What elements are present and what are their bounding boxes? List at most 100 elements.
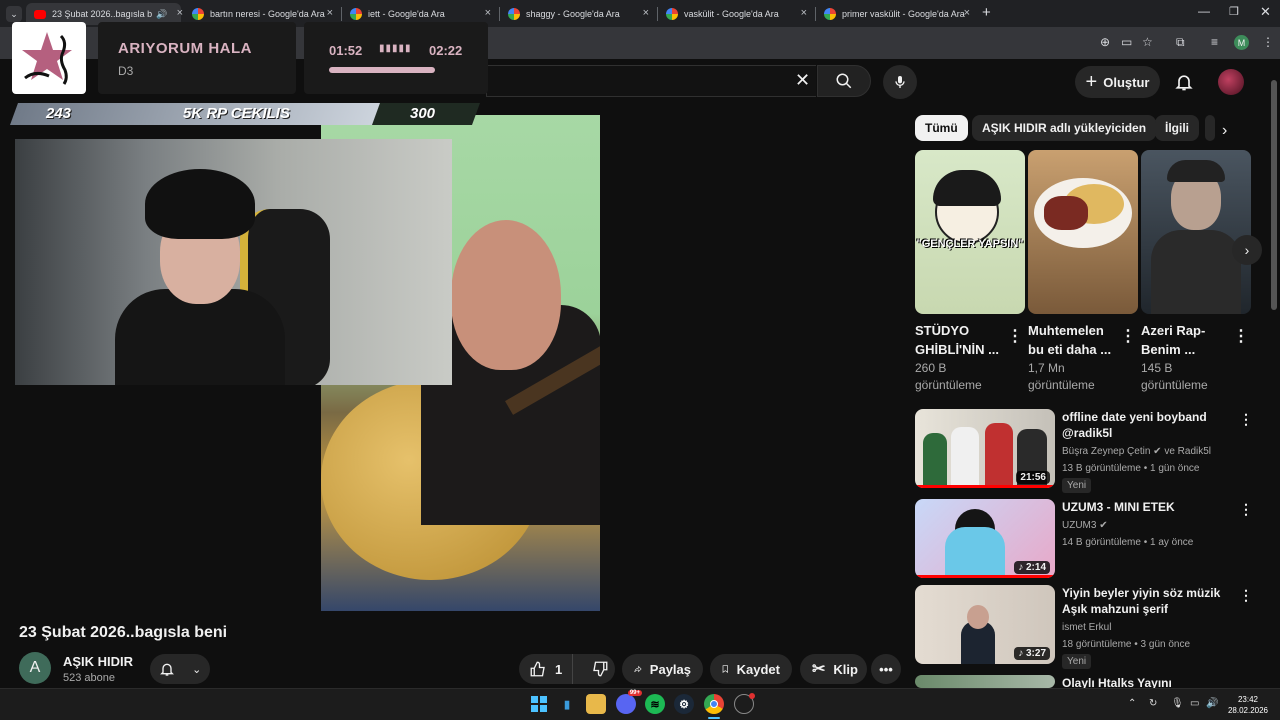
- short-title[interactable]: STÜDYO GHİBLİ'NİN ...: [915, 321, 1005, 359]
- app-icon[interactable]: ▮: [557, 694, 577, 714]
- subscriber-count: 523 abone: [63, 672, 115, 684]
- profile-avatar[interactable]: M: [1234, 35, 1249, 50]
- short-item[interactable]: Azeri Rap- Benim ... ⋮ 145 B görüntüleme: [1141, 150, 1251, 392]
- chevron-right-icon[interactable]: ›: [1222, 122, 1227, 140]
- video-title[interactable]: Yiyin beyler yiyin söz müzik Aşık mahzun…: [1062, 585, 1230, 617]
- clip-button[interactable]: ✂ Klip: [800, 654, 867, 684]
- account-avatar[interactable]: [1218, 69, 1244, 95]
- recommended-video[interactable]: ♪ 3:27 Yiyin beyler yiyin söz müzik Aşık…: [915, 585, 1265, 669]
- short-thumbnail[interactable]: "GENÇLER YAPSIN": [915, 150, 1025, 314]
- reading-list-icon[interactable]: ≡: [1211, 35, 1218, 49]
- chrome-menu-icon[interactable]: ⋮: [1262, 35, 1274, 49]
- anime-hair: [933, 170, 1001, 206]
- more-vertical-icon[interactable]: ⋮: [1233, 326, 1249, 346]
- tab-close-icon[interactable]: ×: [327, 7, 333, 19]
- notifications-button[interactable]: [1170, 68, 1198, 96]
- tray-app-icon[interactable]: ↻: [1149, 698, 1157, 709]
- scrollbar-thumb[interactable]: [1271, 80, 1277, 310]
- windows-start-icon[interactable]: [529, 694, 549, 714]
- bookmark-star-icon[interactable]: ☆: [1142, 35, 1153, 49]
- bell-icon: [1175, 75, 1193, 91]
- search-input[interactable]: [486, 65, 816, 97]
- save-button[interactable]: Kaydet: [710, 654, 792, 684]
- discord-icon[interactable]: 99+: [616, 690, 642, 714]
- bell-icon: [159, 663, 174, 676]
- channel-name[interactable]: AŞIK HIDIR: [63, 654, 133, 669]
- tab-google-shaggy[interactable]: shaggy - Google'da Ara ×: [500, 3, 655, 25]
- short-item[interactable]: Muhtemelen bu eti daha ... ⋮ 1,7 Mn görü…: [1028, 150, 1138, 392]
- recommended-video[interactable]: 21:56 offline date yeni boyband @radik5l…: [915, 409, 1265, 493]
- tab-close-icon[interactable]: ×: [964, 7, 970, 19]
- extensions-icon[interactable]: ⧉: [1176, 35, 1185, 50]
- tab-close-icon[interactable]: ×: [643, 7, 649, 19]
- taskbar-clock[interactable]: 23:42 28.02.2026: [1222, 694, 1274, 716]
- video-title[interactable]: UZUM3 - MINI ETEK: [1062, 499, 1230, 515]
- short-title[interactable]: Azeri Rap- Benim ...: [1141, 321, 1231, 359]
- share-label: Paylaş: [649, 661, 691, 677]
- subscription-bell-button[interactable]: ⌄: [150, 654, 210, 684]
- more-vertical-icon[interactable]: ⋮: [1239, 587, 1253, 604]
- short-thumbnail[interactable]: [1028, 150, 1138, 314]
- tab-google-primer-vaskulit[interactable]: primer vaskülit - Google'da Ara ×: [816, 3, 976, 25]
- chip-partial[interactable]: [1205, 115, 1215, 141]
- tab-search-button[interactable]: ⌄: [6, 6, 22, 22]
- short-item[interactable]: "GENÇLER YAPSIN" STÜDYO GHİBLİ'NİN ... ⋮…: [915, 150, 1025, 392]
- search-icon: [836, 73, 852, 89]
- clear-search-icon[interactable]: ✕: [795, 70, 810, 91]
- chip-from-uploader[interactable]: AŞIK HIDIR adlı yükleyiciden: [972, 115, 1157, 141]
- video-channel[interactable]: UZUM3 ✔: [1062, 520, 1108, 531]
- network-icon[interactable]: ▭: [1190, 698, 1199, 709]
- chrome-icon[interactable]: [704, 694, 724, 714]
- more-vertical-icon[interactable]: ⋮: [1120, 326, 1136, 346]
- microphone-tray-icon[interactable]: 🎙: [1171, 698, 1184, 709]
- google-favicon-icon: [192, 8, 204, 20]
- channel-avatar[interactable]: A: [19, 652, 51, 684]
- volume-icon[interactable]: 🔊: [1206, 698, 1218, 709]
- page-scrollbar[interactable]: [1270, 62, 1278, 690]
- dislike-button[interactable]: [581, 654, 619, 684]
- video-title[interactable]: Olaylı Htalks Yayını: [1062, 675, 1230, 688]
- steam-icon[interactable]: ⚙: [674, 694, 694, 714]
- new-tab-button[interactable]: +: [982, 4, 991, 21]
- cast-icon[interactable]: ▭: [1121, 35, 1132, 49]
- video-thumbnail[interactable]: ♪ 2:14: [915, 499, 1055, 578]
- more-vertical-icon[interactable]: ⋮: [1239, 501, 1253, 518]
- create-button[interactable]: + Oluştur: [1075, 66, 1160, 98]
- minimize-icon[interactable]: —: [1198, 4, 1210, 18]
- video-channel[interactable]: Büşra Zeynep Çetin ✔ ve Radik5l: [1062, 446, 1211, 457]
- more-actions-button[interactable]: •••: [871, 654, 901, 684]
- tab-close-icon[interactable]: ×: [485, 7, 491, 19]
- like-button[interactable]: 1: [519, 654, 574, 684]
- search-button[interactable]: [817, 65, 871, 97]
- more-vertical-icon[interactable]: ⋮: [1007, 326, 1023, 346]
- file-explorer-icon[interactable]: [586, 694, 606, 714]
- more-vertical-icon[interactable]: ⋮: [1239, 411, 1253, 428]
- recommended-video[interactable]: Olaylı Htalks Yayını: [915, 675, 1265, 688]
- share-button[interactable]: Paylaş: [622, 654, 703, 684]
- video-title[interactable]: offline date yeni boyband @radik5l: [1062, 409, 1230, 441]
- chip-all[interactable]: Tümü: [915, 115, 968, 141]
- short-thumbnail[interactable]: [1141, 150, 1251, 314]
- spotify-icon[interactable]: ≋: [645, 694, 665, 714]
- speaker-icon[interactable]: 🔊: [156, 9, 167, 20]
- tab-google-vaskulit[interactable]: vaskülit - Google'da Ara ×: [658, 3, 813, 25]
- recommended-video[interactable]: ♪ 2:14 UZUM3 - MINI ETEK UZUM3 ✔ 14 B gö…: [915, 499, 1265, 579]
- video-channel[interactable]: ismet Erkul: [1062, 622, 1111, 633]
- maximize-icon[interactable]: ❐: [1229, 5, 1239, 18]
- new-badge: Yeni: [1062, 654, 1092, 669]
- shorts-next-button[interactable]: ›: [1232, 235, 1262, 265]
- now-playing-artist: D3: [118, 64, 134, 78]
- zoom-icon[interactable]: ⊕: [1100, 35, 1110, 49]
- video-thumbnail[interactable]: ♪ 3:27: [915, 585, 1055, 664]
- app-icon[interactable]: [734, 693, 755, 714]
- voice-search-button[interactable]: [883, 65, 917, 99]
- tab-close-icon[interactable]: ×: [177, 7, 183, 19]
- tray-chevron-icon[interactable]: ⌃: [1128, 698, 1136, 709]
- short-title[interactable]: Muhtemelen bu eti daha ...: [1028, 321, 1118, 359]
- tab-close-icon[interactable]: ×: [801, 7, 807, 19]
- chip-related[interactable]: İlgili: [1155, 115, 1199, 141]
- video-thumbnail[interactable]: [915, 675, 1055, 688]
- video-thumbnail[interactable]: 21:56: [915, 409, 1055, 488]
- close-window-icon[interactable]: ✕: [1260, 4, 1271, 20]
- chrome-center: [710, 700, 718, 708]
